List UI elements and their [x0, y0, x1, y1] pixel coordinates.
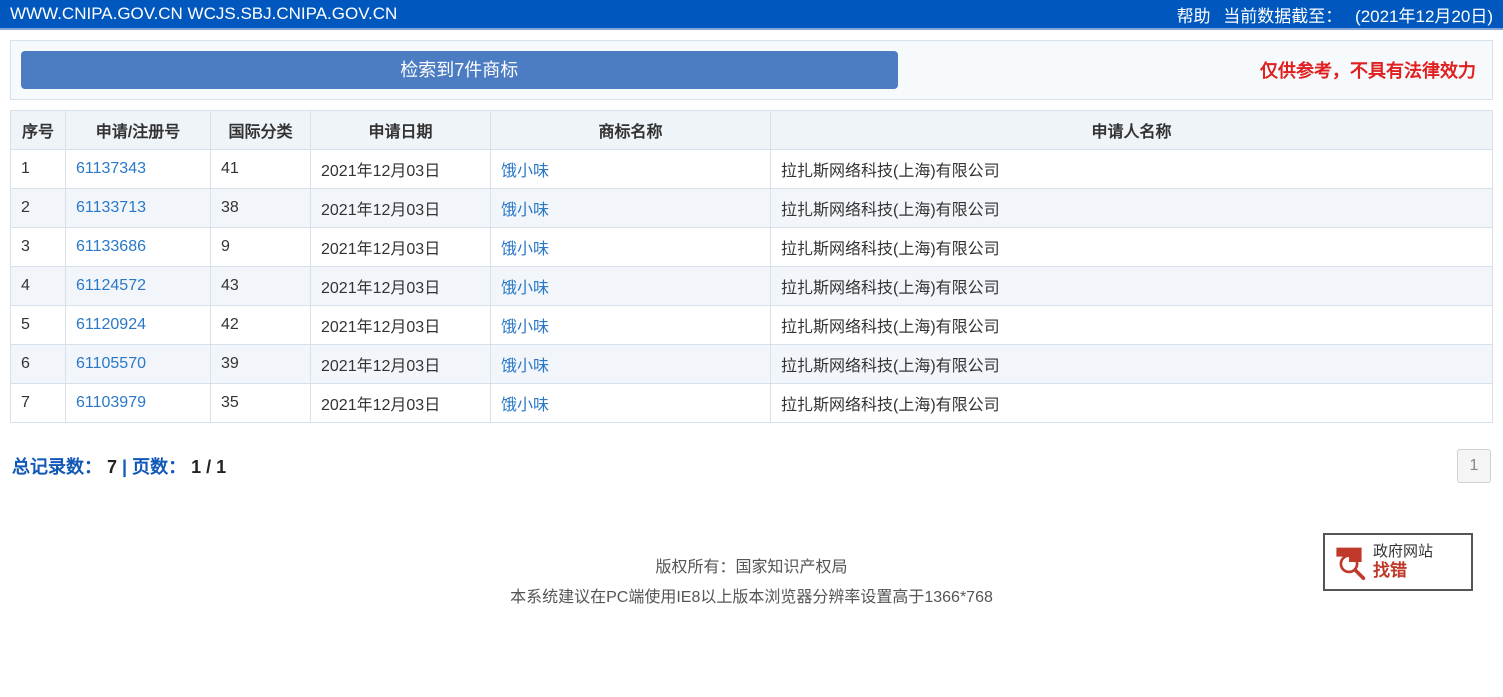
table-row: 261133713382021年12月03日饿小味拉扎斯网络科技(上海)有限公司: [11, 189, 1493, 228]
cell-tm-name[interactable]: 饿小味: [491, 306, 771, 345]
data-as-of-label: 当前数据截至：: [1223, 7, 1342, 26]
page-value: 1 / 1: [191, 457, 226, 477]
cell-applicant: 拉扎斯网络科技(上海)有限公司: [771, 267, 1493, 306]
result-summary-banner: 检索到7件商标: [21, 51, 898, 89]
th-intl-class: 国际分类: [211, 111, 311, 150]
gov-badge-top: 政府网站: [1373, 543, 1433, 561]
cell-app-date: 2021年12月03日: [311, 189, 491, 228]
table-row: 161137343412021年12月03日饿小味拉扎斯网络科技(上海)有限公司: [11, 150, 1493, 189]
cell-seq: 6: [11, 345, 66, 384]
paging-sep: |: [122, 457, 132, 477]
th-regno: 申请/注册号: [66, 111, 211, 150]
cell-tm-name[interactable]: 饿小味: [491, 189, 771, 228]
result-banner-row: 检索到7件商标 仅供参考，不具有法律效力: [10, 40, 1493, 100]
th-seq: 序号: [11, 111, 66, 150]
table-row: 561120924422021年12月03日饿小味拉扎斯网络科技(上海)有限公司: [11, 306, 1493, 345]
top-bar: WWW.CNIPA.GOV.CN WCJS.SBJ.CNIPA.GOV.CN 帮…: [0, 0, 1503, 30]
cell-applicant: 拉扎斯网络科技(上海)有限公司: [771, 384, 1493, 423]
cell-app-date: 2021年12月03日: [311, 150, 491, 189]
cell-tm-name[interactable]: 饿小味: [491, 228, 771, 267]
th-app-date: 申请日期: [311, 111, 491, 150]
page-label: 页数：: [132, 457, 186, 477]
table-row: 661105570392021年12月03日饿小味拉扎斯网络科技(上海)有限公司: [11, 345, 1493, 384]
total-value: 7: [107, 457, 117, 477]
cell-intl-class: 42: [211, 306, 311, 345]
magnifier-icon: [1331, 544, 1367, 580]
footer-sys-req: 本系统建议在PC端使用IE8以上版本浏览器分辨率设置高于1366*768: [10, 583, 1493, 613]
results-table: 序号 申请/注册号 国际分类 申请日期 商标名称 申请人名称 161137343…: [10, 110, 1493, 423]
th-tm-name: 商标名称: [491, 111, 771, 150]
cell-applicant: 拉扎斯网络科技(上海)有限公司: [771, 306, 1493, 345]
table-row: 36113368692021年12月03日饿小味拉扎斯网络科技(上海)有限公司: [11, 228, 1493, 267]
gov-badge-text: 政府网站 找错: [1373, 543, 1433, 581]
cell-regno[interactable]: 61137343: [66, 150, 211, 189]
cell-intl-class: 43: [211, 267, 311, 306]
header-right: 帮助 当前数据截至： (2021年12月20日): [1169, 2, 1493, 27]
cell-seq: 3: [11, 228, 66, 267]
cell-seq: 2: [11, 189, 66, 228]
page-number-button[interactable]: 1: [1457, 449, 1491, 483]
table-row: 761103979352021年12月03日饿小味拉扎斯网络科技(上海)有限公司: [11, 384, 1493, 423]
total-label: 总记录数：: [12, 457, 102, 477]
cell-regno[interactable]: 61120924: [66, 306, 211, 345]
paging-summary: 总记录数： 7 | 页数： 1 / 1: [12, 453, 226, 479]
cell-regno[interactable]: 61124572: [66, 267, 211, 306]
gov-badge-bottom: 找错: [1373, 561, 1433, 581]
cell-intl-class: 38: [211, 189, 311, 228]
cell-app-date: 2021年12月03日: [311, 267, 491, 306]
cell-intl-class: 9: [211, 228, 311, 267]
cell-regno[interactable]: 61105570: [66, 345, 211, 384]
table-header-row: 序号 申请/注册号 国际分类 申请日期 商标名称 申请人名称: [11, 111, 1493, 150]
th-applicant: 申请人名称: [771, 111, 1493, 150]
cell-app-date: 2021年12月03日: [311, 306, 491, 345]
cell-seq: 5: [11, 306, 66, 345]
cell-tm-name[interactable]: 饿小味: [491, 384, 771, 423]
data-as-of-value: (2021年12月20日): [1355, 7, 1493, 26]
footer: 版权所有：国家知识产权局 本系统建议在PC端使用IE8以上版本浏览器分辨率设置高…: [10, 553, 1493, 614]
table-row: 461124572432021年12月03日饿小味拉扎斯网络科技(上海)有限公司: [11, 267, 1493, 306]
cell-seq: 7: [11, 384, 66, 423]
cell-applicant: 拉扎斯网络科技(上海)有限公司: [771, 345, 1493, 384]
cell-tm-name[interactable]: 饿小味: [491, 150, 771, 189]
gov-error-report-badge[interactable]: 政府网站 找错: [1323, 533, 1473, 591]
cell-applicant: 拉扎斯网络科技(上海)有限公司: [771, 189, 1493, 228]
legal-disclaimer: 仅供参考，不具有法律效力: [898, 57, 1482, 83]
cell-tm-name[interactable]: 饿小味: [491, 267, 771, 306]
cell-intl-class: 35: [211, 384, 311, 423]
cell-regno[interactable]: 61133686: [66, 228, 211, 267]
cell-tm-name[interactable]: 饿小味: [491, 345, 771, 384]
cell-intl-class: 41: [211, 150, 311, 189]
cell-intl-class: 39: [211, 345, 311, 384]
cell-seq: 1: [11, 150, 66, 189]
cell-regno[interactable]: 61133713: [66, 189, 211, 228]
cell-regno[interactable]: 61103979: [66, 384, 211, 423]
cell-app-date: 2021年12月03日: [311, 384, 491, 423]
cell-app-date: 2021年12月03日: [311, 345, 491, 384]
cell-applicant: 拉扎斯网络科技(上海)有限公司: [771, 150, 1493, 189]
cell-seq: 4: [11, 267, 66, 306]
paging-row: 总记录数： 7 | 页数： 1 / 1 1: [10, 423, 1493, 493]
footer-copyright: 版权所有：国家知识产权局: [10, 553, 1493, 583]
cell-applicant: 拉扎斯网络科技(上海)有限公司: [771, 228, 1493, 267]
cell-app-date: 2021年12月03日: [311, 228, 491, 267]
main-container: 检索到7件商标 仅供参考，不具有法律效力 序号 申请/注册号 国际分类 申请日期…: [0, 30, 1503, 624]
header-urls: WWW.CNIPA.GOV.CN WCJS.SBJ.CNIPA.GOV.CN: [10, 4, 397, 24]
help-link[interactable]: 帮助: [1177, 7, 1211, 26]
